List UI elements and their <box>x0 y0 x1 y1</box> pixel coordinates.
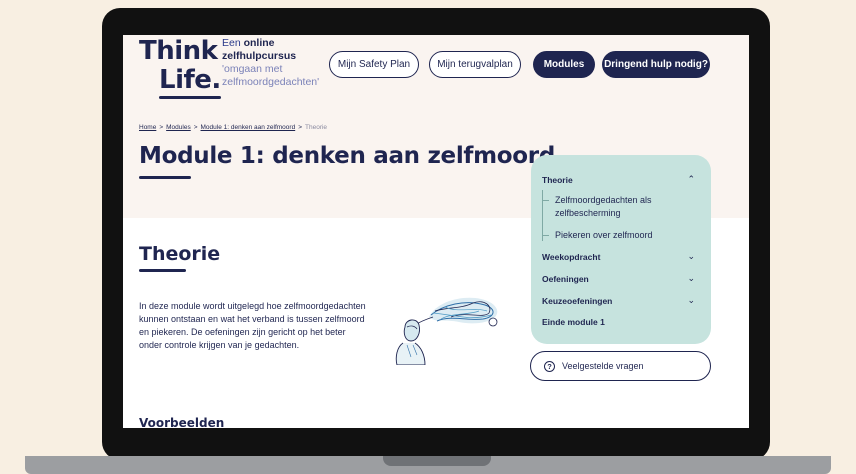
tagline-soft2: zelfmoordgedachten' <box>222 76 320 88</box>
module-side-nav: Theorie ⌃ Zelfmoordgedachten als zelfbes… <box>531 155 711 344</box>
side-nav-theorie[interactable]: Theorie ⌃ <box>542 174 695 185</box>
thinking-person-illustration <box>395 297 498 365</box>
tagline-bold1: online <box>243 37 275 49</box>
urgent-help-button[interactable]: Dringend hulp nodig? <box>602 51 710 78</box>
side-nav-einde[interactable]: Einde module 1 <box>542 317 695 327</box>
title-underline <box>139 176 191 179</box>
page-title: Module 1: denken aan zelfmoord <box>139 143 555 169</box>
terugvalplan-button[interactable]: Mijn terugvalplan <box>429 51 521 78</box>
breadcrumb-current: Theorie <box>305 124 328 131</box>
side-nav-sub-piekeren[interactable]: Piekeren over zelfmoord <box>555 229 653 242</box>
chevron-down-icon: ⌄ <box>687 251 695 261</box>
tagline-pre: Een <box>222 37 241 49</box>
side-nav-einde-label: Einde module 1 <box>542 317 605 327</box>
breadcrumb: Home > Modules > Module 1: denken aan zelfmo… <box>139 124 327 131</box>
side-nav-keuzeoefeningen-label: Keuzeoefeningen <box>542 295 613 306</box>
side-nav-weekopdracht-label: Weekopdracht <box>542 251 601 262</box>
breadcrumb-modules[interactable]: Modules <box>166 124 191 131</box>
faq-label: Veelgestelde vragen <box>562 361 644 371</box>
sub-nav-dash <box>542 200 549 201</box>
faq-button[interactable]: ? Veelgestelde vragen <box>530 351 711 381</box>
section-title: Theorie <box>139 243 221 265</box>
breadcrumb-separator: > <box>159 124 164 131</box>
screen: Think Life. Een online zelfhulpcursus 'o… <box>123 35 749 428</box>
tagline-soft1: 'omgaan met <box>222 63 283 75</box>
intro-paragraph: In deze module wordt uitgelegd hoe zelfm… <box>139 301 366 350</box>
tagline: Een online zelfhulpcursus 'omgaan met ze… <box>222 37 332 89</box>
logo-text-life: Life. <box>159 65 221 95</box>
sub-nav-line <box>542 190 543 241</box>
modules-button[interactable]: Modules <box>533 51 595 78</box>
tagline-bold2: zelfhulpcursus <box>222 50 297 62</box>
chevron-up-icon: ⌃ <box>687 174 695 184</box>
question-circle-icon: ? <box>544 360 555 372</box>
breadcrumb-separator: > <box>193 124 198 131</box>
side-nav-theorie-label: Theorie <box>542 174 573 185</box>
breadcrumb-home[interactable]: Home <box>139 124 156 131</box>
logo-underline <box>159 96 221 99</box>
chevron-down-icon: ⌄ <box>687 273 695 283</box>
side-nav-oefeningen[interactable]: Oefeningen ⌄ <box>542 273 695 284</box>
side-nav-sub-zelfbescherming[interactable]: Zelfmoordgedachten als zelfbescherming <box>555 194 695 220</box>
chevron-down-icon: ⌄ <box>687 295 695 305</box>
subsection-title: Voorbeelden <box>139 416 225 428</box>
sub-nav-dash <box>542 235 549 236</box>
section-underline <box>139 269 186 272</box>
side-nav-weekopdracht[interactable]: Weekopdracht ⌄ <box>542 251 695 262</box>
safety-plan-button[interactable]: Mijn Safety Plan <box>329 51 419 78</box>
side-nav-keuzeoefeningen[interactable]: Keuzeoefeningen ⌄ <box>542 295 695 306</box>
logo-text-think: Think <box>139 36 218 66</box>
side-nav-oefeningen-label: Oefeningen <box>542 273 589 284</box>
laptop-notch <box>383 456 491 466</box>
breadcrumb-module[interactable]: Module 1: denken aan zelfmoord <box>201 124 296 131</box>
breadcrumb-separator: > <box>298 124 302 131</box>
